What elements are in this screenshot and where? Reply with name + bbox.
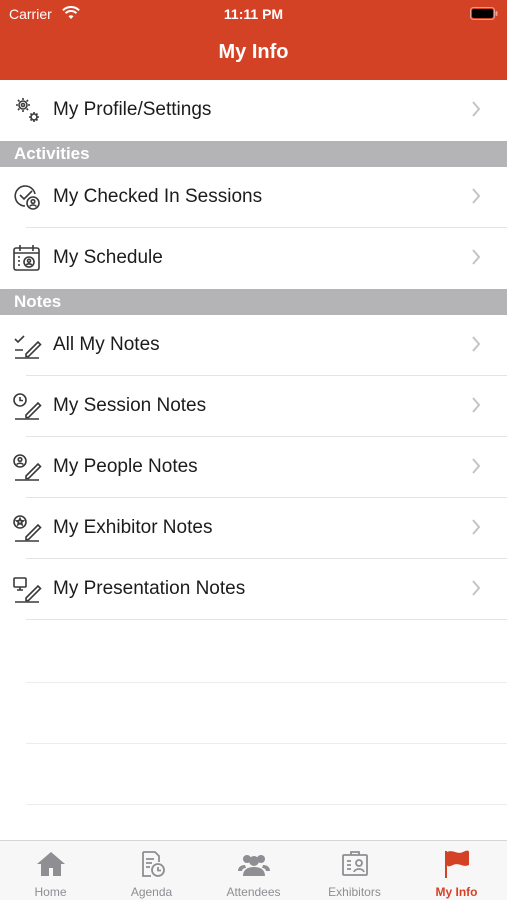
- agenda-icon: [135, 849, 169, 879]
- profile-settings-row[interactable]: My Profile/Settings: [0, 80, 507, 141]
- section-header-activities: Activities: [0, 141, 507, 167]
- checked-in-icon: [11, 181, 43, 213]
- exhibitor-notes-row[interactable]: My Exhibitor Notes: [0, 498, 507, 559]
- tab-agenda[interactable]: Agenda: [101, 841, 202, 900]
- note-person-icon: [11, 451, 43, 483]
- schedule-label: My Schedule: [53, 247, 163, 268]
- tab-my-info-label: My Info: [435, 885, 478, 899]
- note-check-icon: [11, 329, 43, 361]
- note-clock-icon: [11, 390, 43, 422]
- tab-exhibitors[interactable]: Exhibitors: [304, 841, 405, 900]
- exhibitor-notes-label: My Exhibitor Notes: [53, 517, 213, 538]
- exhibitors-icon: [338, 849, 372, 879]
- attendees-icon: [237, 849, 271, 879]
- profile-settings-label: My Profile/Settings: [53, 99, 212, 120]
- clock: 11:11 PM: [223, 6, 284, 22]
- presentation-notes-label: My Presentation Notes: [53, 578, 246, 599]
- tab-home-label: Home: [34, 885, 67, 899]
- home-icon: [34, 849, 68, 879]
- chevron-right-icon: [471, 100, 481, 123]
- tab-home[interactable]: Home: [0, 841, 101, 900]
- checked-in-sessions-label: My Checked In Sessions: [53, 186, 263, 207]
- people-notes-row[interactable]: My People Notes: [0, 437, 507, 498]
- chevron-right-icon: [471, 396, 481, 419]
- presentation-notes-row[interactable]: My Presentation Notes: [0, 559, 507, 620]
- people-notes-label: My People Notes: [53, 456, 198, 477]
- tab-bar: Home Agenda Attendees Exhibitors My Info: [0, 840, 507, 900]
- my-info-list: My Profile/Settings Activities My Checke…: [0, 80, 507, 620]
- tab-agenda-label: Agenda: [130, 885, 173, 899]
- chevron-right-icon: [471, 518, 481, 541]
- chevron-right-icon: [471, 335, 481, 358]
- schedule-row[interactable]: My Schedule: [0, 228, 507, 289]
- battery-icon: [470, 7, 498, 25]
- section-header-notes: Notes: [0, 289, 507, 315]
- empty-row-divider: [26, 804, 507, 805]
- session-notes-label: My Session Notes: [53, 395, 207, 416]
- checked-in-sessions-row[interactable]: My Checked In Sessions: [0, 167, 507, 228]
- tab-attendees[interactable]: Attendees: [203, 841, 304, 900]
- nav-header: Carrier 11:11 PM My Info: [0, 0, 507, 80]
- note-presentation-icon: [11, 573, 43, 605]
- calendar-person-icon: [11, 242, 43, 274]
- gears-icon: [11, 94, 43, 126]
- note-star-icon: [11, 512, 43, 544]
- tab-exhibitors-label: Exhibitors: [328, 885, 381, 899]
- empty-row-divider: [26, 682, 507, 683]
- tab-my-info[interactable]: My Info: [406, 841, 507, 900]
- status-bar: Carrier 11:11 PM: [0, 0, 507, 28]
- flag-icon: [440, 849, 474, 879]
- all-notes-row[interactable]: All My Notes: [0, 315, 507, 376]
- all-notes-label: All My Notes: [53, 334, 160, 355]
- chevron-right-icon: [471, 187, 481, 210]
- chevron-right-icon: [471, 248, 481, 271]
- empty-row-divider: [26, 743, 507, 744]
- tab-attendees-label: Attendees: [226, 885, 281, 899]
- session-notes-row[interactable]: My Session Notes: [0, 376, 507, 437]
- chevron-right-icon: [471, 457, 481, 480]
- page-title: My Info: [218, 41, 289, 63]
- chevron-right-icon: [471, 579, 481, 602]
